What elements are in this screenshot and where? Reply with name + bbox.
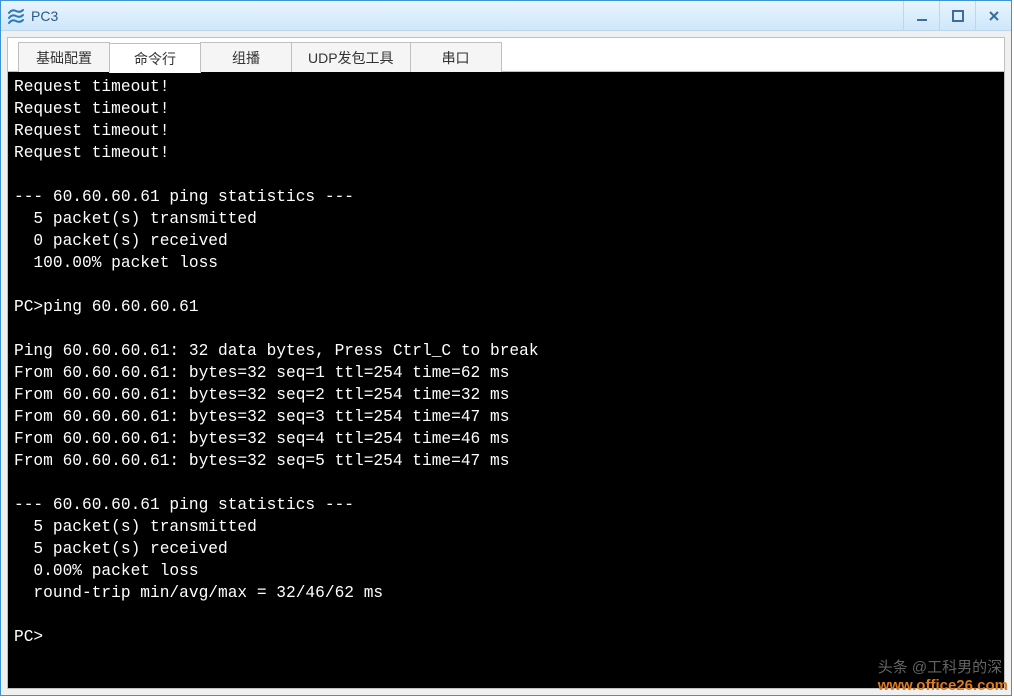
inner-panel: 基础配置 命令行 组播 UDP发包工具 串口 Request timeout! … — [7, 37, 1005, 689]
terminal-output[interactable]: Request timeout! Request timeout! Reques… — [8, 72, 1004, 688]
tab-command-line[interactable]: 命令行 — [109, 43, 201, 73]
close-button[interactable] — [975, 1, 1011, 30]
tab-udp-tool[interactable]: UDP发包工具 — [291, 42, 411, 72]
titlebar-left: PC3 — [7, 7, 58, 25]
app-icon — [7, 7, 25, 25]
tab-basic-config[interactable]: 基础配置 — [18, 42, 110, 72]
content-area: 基础配置 命令行 组播 UDP发包工具 串口 Request timeout! … — [1, 31, 1011, 695]
tab-serial[interactable]: 串口 — [410, 42, 502, 72]
tabs-bar: 基础配置 命令行 组播 UDP发包工具 串口 — [8, 38, 1004, 72]
titlebar: PC3 — [1, 1, 1011, 31]
window-title: PC3 — [31, 8, 58, 24]
tab-multicast[interactable]: 组播 — [200, 42, 292, 72]
minimize-button[interactable] — [903, 1, 939, 30]
app-window: PC3 基础配置 命令行 组播 UDP发包工具 串口 Request timeo… — [0, 0, 1012, 696]
window-buttons — [903, 1, 1011, 30]
maximize-button[interactable] — [939, 1, 975, 30]
